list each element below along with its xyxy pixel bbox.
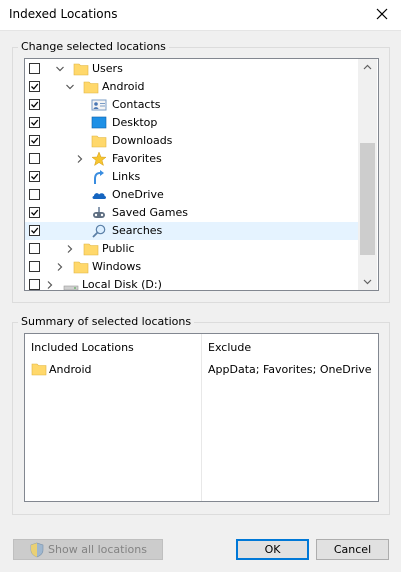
- tree-row[interactable]: Users: [25, 60, 358, 78]
- tree-row[interactable]: Downloads: [25, 132, 358, 150]
- chevron-up-icon: [363, 64, 372, 70]
- tree-row-label: Contacts: [112, 98, 161, 111]
- tree-row-label: Windows: [92, 260, 142, 273]
- change-locations-label: Change selected locations: [18, 40, 169, 53]
- checkmark-icon: [31, 119, 39, 126]
- tree-row[interactable]: Windows: [25, 258, 358, 276]
- exclude-header: Exclude: [208, 341, 252, 354]
- ok-button[interactable]: OK: [236, 539, 309, 560]
- collapsed-chevron-icon[interactable]: [55, 262, 65, 272]
- chevron-down-icon: [363, 279, 372, 285]
- close-icon: [376, 8, 388, 20]
- checkbox[interactable]: [29, 189, 40, 200]
- folder-icon: [73, 61, 89, 77]
- collapsed-chevron-icon[interactable]: [45, 280, 55, 290]
- tree-row[interactable]: Local Disk (D:): [25, 276, 358, 291]
- tree-row-label: Local Disk (D:): [82, 278, 162, 291]
- tree-row[interactable]: Saved Games: [25, 204, 358, 222]
- checkbox[interactable]: [29, 99, 40, 110]
- tree-row-label: Android: [102, 80, 145, 93]
- tree-row[interactable]: Public: [25, 240, 358, 258]
- exclude-text: AppData; Favorites; OneDrive: [208, 363, 372, 376]
- search-icon: [91, 223, 107, 239]
- checkbox[interactable]: [29, 63, 40, 74]
- cancel-button[interactable]: Cancel: [316, 539, 389, 560]
- checkmark-icon: [31, 227, 39, 234]
- show-all-locations-button[interactable]: Show all locations: [13, 539, 163, 560]
- tree-row[interactable]: Searches: [25, 222, 358, 240]
- checkmark-icon: [31, 209, 39, 216]
- saved-games-icon: [91, 205, 107, 221]
- folder-icon: [83, 241, 99, 257]
- tree-row-label: OneDrive: [112, 188, 164, 201]
- checkmark-icon: [31, 173, 39, 180]
- scroll-thumb[interactable]: [360, 143, 375, 255]
- shield-icon: [30, 542, 44, 557]
- tree-row-label: Public: [102, 242, 135, 255]
- checkbox[interactable]: [29, 243, 40, 254]
- column-divider: [201, 334, 202, 501]
- summary-panel: Included Locations Exclude Android AppDa…: [24, 333, 379, 502]
- checkmark-icon: [31, 83, 39, 90]
- checkmark-icon: [31, 101, 39, 108]
- tree-row-label: Downloads: [112, 134, 173, 147]
- collapsed-chevron-icon[interactable]: [65, 244, 75, 254]
- expanded-chevron-icon[interactable]: [55, 64, 65, 74]
- close-button[interactable]: [368, 3, 396, 25]
- locations-tree[interactable]: Local Disk (D:) Windows Public Searches Save…: [24, 58, 379, 291]
- tree-row-label: Searches: [112, 224, 163, 237]
- title-bar: Indexed Locations: [0, 0, 401, 30]
- checkbox[interactable]: [29, 261, 40, 272]
- tree-row-label: Saved Games: [112, 206, 188, 219]
- contacts-icon: [91, 97, 107, 113]
- checkbox[interactable]: [29, 81, 40, 92]
- expanded-chevron-icon[interactable]: [65, 82, 75, 92]
- tree-row[interactable]: Desktop: [25, 114, 358, 132]
- summary-label: Summary of selected locations: [18, 315, 195, 328]
- checkbox[interactable]: [29, 135, 40, 146]
- tree-row[interactable]: OneDrive: [25, 186, 358, 204]
- cloud-icon: [91, 187, 107, 203]
- folder-icon: [73, 259, 89, 275]
- included-item-label: Android: [49, 363, 92, 376]
- window-title: Indexed Locations: [9, 7, 118, 21]
- folder-icon: [83, 79, 99, 95]
- checkbox[interactable]: [29, 171, 40, 182]
- star-icon: [91, 151, 107, 167]
- ok-label: OK: [264, 543, 281, 556]
- drive-icon: [63, 277, 79, 290]
- included-header: Included Locations: [31, 341, 134, 354]
- checkbox[interactable]: [29, 117, 40, 128]
- tree-row-label: Links: [112, 170, 141, 183]
- collapsed-chevron-icon[interactable]: [75, 154, 85, 164]
- tree-row-label: Users: [92, 62, 123, 75]
- links-icon: [91, 169, 107, 185]
- folder-icon: [91, 133, 107, 149]
- tree-scrollbar[interactable]: [358, 59, 377, 290]
- checkbox[interactable]: [29, 153, 40, 164]
- title-divider: [0, 30, 401, 31]
- tree-row-label: Desktop: [112, 116, 158, 129]
- tree-row[interactable]: Contacts: [25, 96, 358, 114]
- cancel-label: Cancel: [333, 543, 372, 556]
- tree-row[interactable]: Favorites: [25, 150, 358, 168]
- desktop-icon: [91, 115, 107, 131]
- tree-row-label: Favorites: [112, 152, 162, 165]
- show-all-label: Show all locations: [48, 543, 147, 556]
- checkmark-icon: [31, 137, 39, 144]
- scroll-up-button[interactable]: [358, 59, 377, 76]
- checkbox[interactable]: [29, 279, 40, 290]
- checkbox[interactable]: [29, 225, 40, 236]
- scroll-down-button[interactable]: [358, 273, 377, 290]
- tree-row[interactable]: Android: [25, 78, 358, 96]
- tree-row[interactable]: Links: [25, 168, 358, 186]
- folder-icon: [31, 363, 47, 376]
- checkbox[interactable]: [29, 207, 40, 218]
